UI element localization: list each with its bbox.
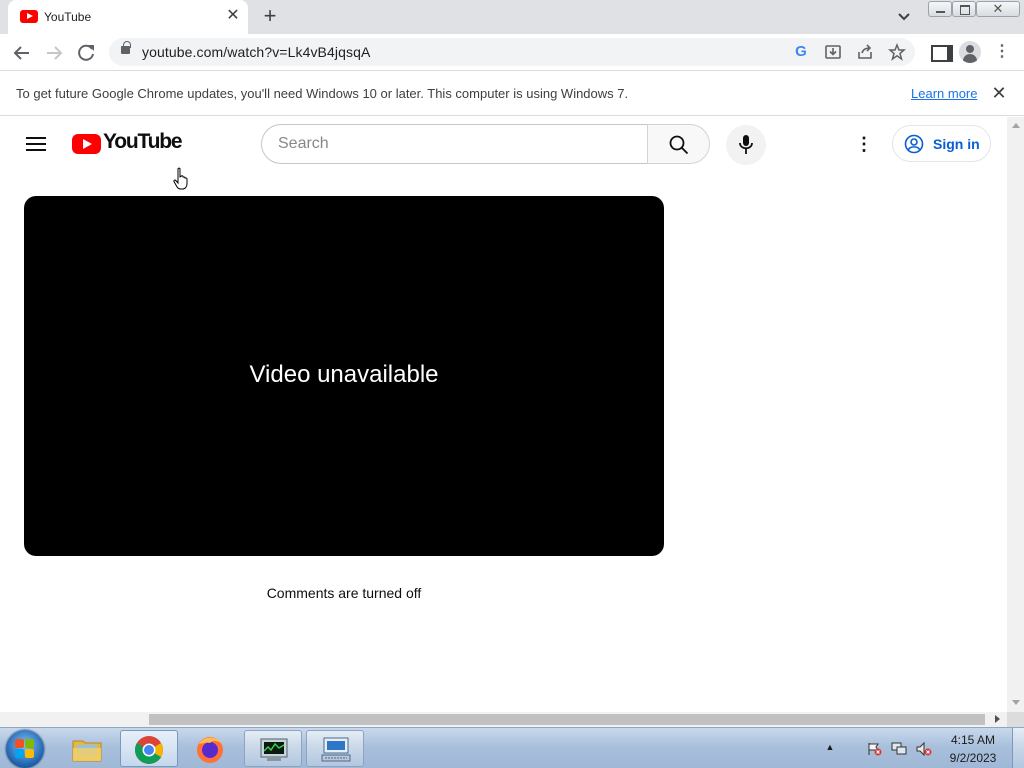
screen: { "browser": { "tab": { "title": "YouTub… bbox=[0, 0, 1024, 768]
infobar-message: To get future Google Chrome updates, you… bbox=[16, 86, 629, 101]
tab-youtube[interactable]: YouTube ✕ bbox=[8, 0, 248, 34]
windows-logo-icon bbox=[15, 739, 35, 759]
scroll-right-arrow-icon[interactable] bbox=[995, 715, 1000, 723]
horizontal-scroll-thumb[interactable] bbox=[149, 714, 985, 725]
taskbar-chrome[interactable] bbox=[120, 730, 178, 767]
show-hidden-icons-arrow[interactable]: ▲ bbox=[820, 742, 840, 752]
youtube-logo-icon[interactable] bbox=[72, 134, 101, 154]
window-close-button[interactable]: ✕ bbox=[976, 1, 1020, 17]
taskbar-explorer[interactable] bbox=[58, 730, 116, 767]
search-button[interactable] bbox=[647, 124, 710, 164]
taskbar-task-manager[interactable] bbox=[244, 730, 302, 767]
sign-in-label: Sign in bbox=[933, 136, 980, 152]
window-restore-button[interactable] bbox=[952, 1, 976, 17]
voice-search-button[interactable] bbox=[726, 125, 766, 165]
reload-button[interactable] bbox=[74, 41, 98, 65]
browser-tab-strip: YouTube ✕ + ✕ bbox=[0, 0, 1024, 34]
bookmark-star-icon[interactable] bbox=[888, 43, 906, 61]
video-unavailable-message: Video unavailable bbox=[249, 361, 439, 388]
youtube-logo-text[interactable]: YouTube bbox=[103, 130, 183, 154]
folder-icon bbox=[72, 740, 102, 762]
guide-menu-icon[interactable] bbox=[26, 136, 46, 152]
window-minimize-button[interactable] bbox=[928, 1, 952, 17]
volume-muted-icon[interactable] bbox=[916, 742, 932, 756]
chrome-icon bbox=[135, 736, 163, 764]
clock-date[interactable]: 9/2/2023 bbox=[943, 751, 1003, 765]
taskbar-firefox[interactable] bbox=[182, 730, 240, 767]
account-circle-icon bbox=[904, 134, 924, 154]
search-input[interactable] bbox=[278, 134, 628, 154]
windows-taskbar: ▲ 4:15 AM 9/2/2023 bbox=[0, 727, 1024, 768]
horizontal-scrollbar[interactable] bbox=[0, 712, 1007, 727]
browser-toolbar: youtube.com/watch?v=Lk4vB4jqsqA G ⋮ bbox=[0, 34, 1024, 71]
close-icon: ✕ bbox=[992, 1, 1004, 16]
update-infobar: To get future Google Chrome updates, you… bbox=[0, 71, 1024, 116]
network-tray-icon[interactable] bbox=[891, 742, 907, 756]
network-computer-icon bbox=[321, 737, 351, 762]
task-manager-icon bbox=[260, 738, 288, 761]
infobar-close-button[interactable]: ✕ bbox=[990, 84, 1008, 102]
forward-button[interactable] bbox=[42, 41, 66, 65]
scrollbar-corner bbox=[1007, 712, 1024, 727]
vertical-scrollbar[interactable] bbox=[1007, 117, 1024, 712]
start-button[interactable] bbox=[6, 730, 44, 768]
search-icon bbox=[669, 135, 689, 155]
hand-cursor-icon bbox=[173, 167, 188, 190]
comments-status: Comments are turned off bbox=[266, 585, 422, 601]
clock-time[interactable]: 4:15 AM bbox=[943, 733, 1003, 747]
tab-search-chevron-icon[interactable] bbox=[895, 9, 913, 25]
scroll-up-arrow-icon[interactable] bbox=[1012, 123, 1020, 128]
side-panel-icon[interactable] bbox=[928, 42, 953, 62]
scroll-down-arrow-icon[interactable] bbox=[1012, 700, 1020, 705]
action-center-flag-icon[interactable] bbox=[866, 742, 882, 756]
sign-in-button[interactable]: Sign in bbox=[892, 125, 991, 162]
tab-close-button[interactable]: ✕ bbox=[224, 7, 242, 25]
tab-title: YouTube bbox=[44, 10, 92, 24]
page-viewport: YouTube ⋮ Sign in Video unavailable Comm… bbox=[0, 117, 1007, 712]
back-button[interactable] bbox=[10, 41, 34, 65]
learn-more-link[interactable]: Learn more bbox=[911, 86, 977, 101]
profile-avatar-icon[interactable] bbox=[959, 41, 981, 63]
video-player[interactable]: Video unavailable bbox=[24, 196, 664, 556]
lock-icon[interactable] bbox=[121, 41, 131, 54]
show-desktop-button[interactable] bbox=[1012, 728, 1024, 768]
youtube-favicon-icon bbox=[20, 10, 38, 23]
url-text[interactable]: youtube.com/watch?v=Lk4vB4jqsqA bbox=[142, 44, 370, 60]
chrome-menu-icon[interactable]: ⋮ bbox=[993, 42, 1011, 62]
firefox-icon bbox=[197, 737, 223, 763]
google-lens-icon[interactable]: G bbox=[792, 43, 810, 61]
install-app-icon[interactable] bbox=[824, 43, 842, 61]
search-box[interactable] bbox=[261, 124, 647, 164]
share-icon[interactable] bbox=[856, 43, 874, 61]
microphone-icon bbox=[739, 135, 753, 154]
new-tab-button[interactable]: + bbox=[258, 5, 282, 28]
settings-more-icon[interactable]: ⋮ bbox=[854, 132, 874, 156]
address-bar[interactable]: youtube.com/watch?v=Lk4vB4jqsqA G bbox=[109, 38, 915, 66]
taskbar-network-app[interactable] bbox=[306, 730, 364, 767]
